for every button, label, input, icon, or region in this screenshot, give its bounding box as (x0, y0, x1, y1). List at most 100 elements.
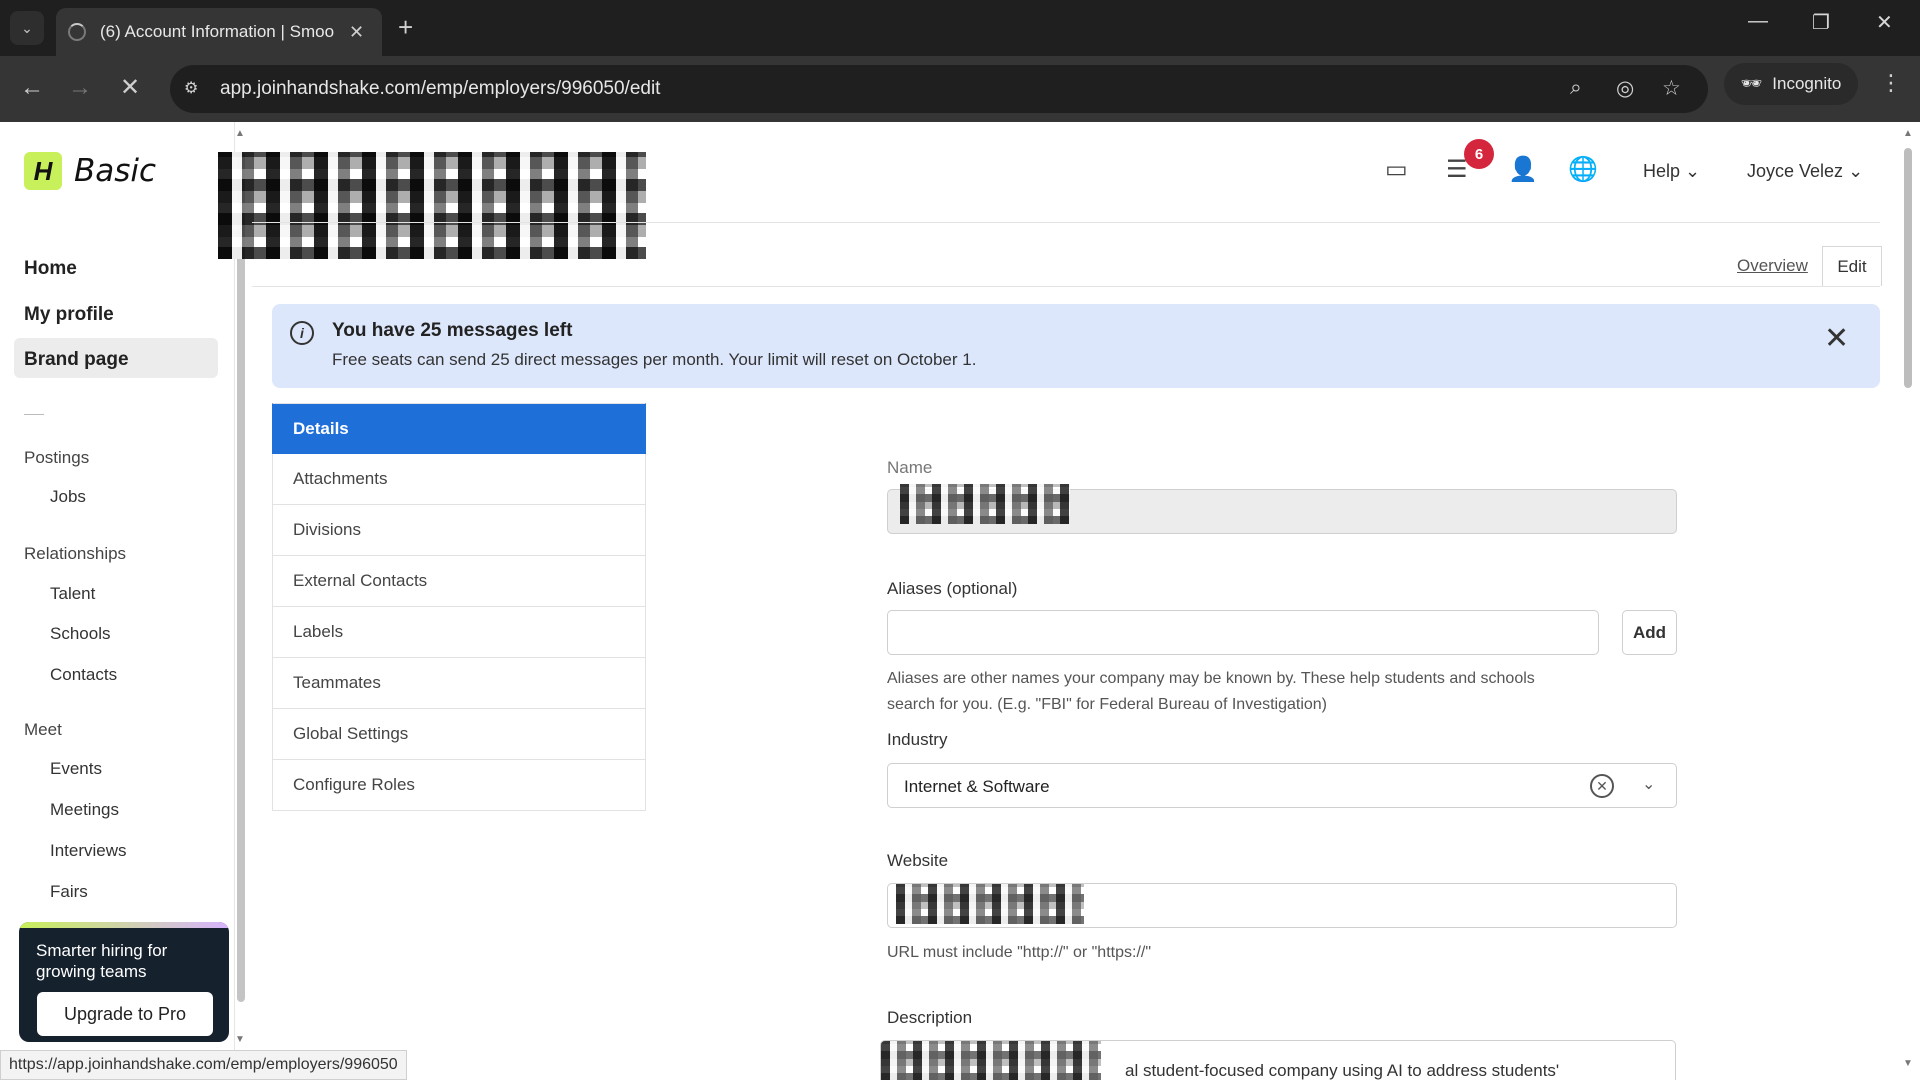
website-help: URL must include "http://" or "https://" (887, 944, 1152, 961)
sidebar-item-meetings[interactable]: Meetings (50, 800, 119, 820)
tab-details[interactable]: Details (272, 403, 646, 454)
close-banner-icon[interactable]: ✕ (1824, 324, 1849, 354)
browser-tabbar: ⌄ (6) Account Information | Smoo ✕ + — ❐… (0, 0, 1920, 56)
incognito-label: Incognito (1772, 74, 1842, 93)
tab-configure-roles[interactable]: Configure Roles (272, 760, 646, 811)
tab-divisions[interactable]: Divisions (272, 505, 646, 556)
sidebar-item-interviews[interactable]: Interviews (50, 841, 127, 861)
tab-title: (6) Account Information | Smoo (100, 22, 335, 41)
info-icon: i (290, 321, 314, 345)
page-scrollbar[interactable]: ▲ ▼ (1900, 128, 1916, 1072)
browser-tab[interactable]: (6) Account Information | Smoo ✕ (56, 8, 382, 56)
overview-link[interactable]: Overview (1737, 256, 1808, 276)
header-divider (252, 222, 1880, 223)
logo-mark: H (24, 152, 62, 190)
name-value-redacted (900, 484, 1070, 524)
company-logo-redacted (218, 152, 646, 259)
sidebar-item-brand-page[interactable]: Brand page (24, 349, 129, 371)
zoom-icon[interactable]: ⌕ (1570, 76, 1582, 100)
subheader-divider (252, 286, 1880, 287)
scroll-down-icon[interactable]: ▼ (235, 1034, 245, 1045)
aliases-label: Aliases (optional) (887, 579, 1018, 598)
help-label: Help (1643, 161, 1681, 181)
scrollbar-thumb[interactable] (1904, 148, 1912, 388)
industry-label: Industry (887, 730, 948, 749)
new-tab-icon[interactable]: + (398, 12, 413, 42)
handshake-logo[interactable]: H Basic (24, 152, 156, 190)
sidebar-item-schools[interactable]: Schools (50, 624, 110, 644)
plan-name: Basic (74, 153, 157, 189)
eye-off-icon[interactable]: ◎ (1616, 76, 1634, 101)
restore-icon[interactable]: ❐ (1812, 10, 1830, 35)
section-relationships: Relationships (24, 544, 127, 563)
website-label: Website (887, 851, 949, 870)
close-tab-icon[interactable]: ✕ (349, 22, 364, 43)
minimize-icon[interactable]: — (1748, 10, 1768, 33)
section-postings: Postings (24, 448, 90, 467)
user-profile-icon[interactable]: 👤 (1508, 155, 1538, 184)
calendar-icon[interactable]: ▭ (1385, 155, 1408, 184)
tab-teammates[interactable]: Teammates (272, 658, 646, 709)
tab-attachments[interactable]: Attachments (272, 454, 646, 505)
tab-external-contacts[interactable]: External Contacts (272, 556, 646, 607)
sidebar-item-home[interactable]: Home (24, 258, 77, 280)
chevron-down-icon[interactable]: ⌄ (1642, 774, 1655, 794)
scroll-up-icon[interactable]: ▲ (1903, 128, 1913, 139)
back-icon[interactable]: ← (20, 74, 44, 102)
description-text: al student-focused company using AI to a… (1125, 1061, 1560, 1080)
banner-text: Free seats can send 25 direct messages p… (332, 350, 977, 369)
edit-tab[interactable]: Edit (1822, 246, 1882, 286)
url-text[interactable]: app.joinhandshake.com/emp/employers/9960… (220, 78, 660, 100)
browser-toolbar: ← → ✕ ⚙ app.joinhandshake.com/emp/employ… (0, 56, 1920, 122)
site-settings-icon[interactable]: ⚙ (184, 78, 206, 100)
sidebar-item-fairs[interactable]: Fairs (50, 882, 88, 902)
sidebar-item-talent[interactable]: Talent (50, 584, 95, 604)
scrollbar-thumb[interactable] (237, 152, 245, 1002)
window-close-icon[interactable]: ✕ (1876, 10, 1893, 35)
stop-loading-icon[interactable]: ✕ (120, 74, 140, 102)
add-alias-button[interactable]: Add (1622, 610, 1677, 655)
sidebar-item-jobs[interactable]: Jobs (50, 487, 86, 507)
aliases-help-line-2: search for you. (E.g. "FBI" for Federal … (887, 696, 1328, 713)
tab-global-settings[interactable]: Global Settings (272, 709, 646, 760)
sidebar-item-my-profile[interactable]: My profile (24, 304, 114, 326)
bookmark-star-icon[interactable]: ☆ (1662, 76, 1681, 101)
aliases-help-line-1: Aliases are other names your company may… (887, 670, 1535, 687)
browser-status-bar: https://app.joinhandshake.com/emp/employ… (0, 1050, 407, 1080)
aliases-input[interactable] (887, 610, 1599, 655)
upgrade-to-pro-button[interactable]: Upgrade to Pro (37, 992, 213, 1036)
divider (24, 414, 44, 415)
help-menu[interactable]: Help ⌄ (1643, 161, 1700, 182)
description-label: Description (887, 1008, 973, 1027)
tab-search-icon[interactable]: ⌄ (10, 11, 44, 45)
sidebar-item-events[interactable]: Events (50, 759, 102, 779)
industry-select[interactable]: Internet & Software ✕ ⌄ (887, 763, 1677, 808)
sidebar-scrollbar[interactable]: ▲ ▼ (235, 128, 247, 1048)
user-name: Joyce Velez (1747, 161, 1844, 181)
incognito-indicator[interactable]: 🕶 Incognito (1724, 63, 1858, 105)
sidebar: H Basic Home My profile Brand page Posti… (0, 122, 235, 1080)
globe-icon[interactable]: 🌐 (1568, 155, 1598, 184)
promo-accent-bar (19, 922, 229, 928)
sidebar-item-contacts[interactable]: Contacts (50, 665, 117, 685)
tab-labels[interactable]: Labels (272, 607, 646, 658)
clear-selection-icon[interactable]: ✕ (1590, 774, 1614, 798)
incognito-icon: 🕶 (1740, 74, 1763, 93)
loading-icon (68, 23, 86, 41)
notification-badge: 6 (1464, 139, 1494, 169)
website-value-redacted (896, 884, 1084, 924)
user-menu[interactable]: Joyce Velez ⌄ (1747, 161, 1863, 182)
promo-text: Smarter hiring for growing teams (36, 941, 168, 981)
upgrade-promo-card: Smarter hiring for growing teams Upgrade… (19, 922, 229, 1042)
scroll-up-icon[interactable]: ▲ (235, 128, 245, 139)
browser-menu-icon[interactable]: ⋮ (1880, 70, 1902, 96)
banner-title: You have 25 messages left (332, 320, 573, 341)
scroll-down-icon[interactable]: ▼ (1903, 1058, 1913, 1069)
forward-icon[interactable]: → (68, 74, 92, 102)
chevron-down-icon: ⌄ (1848, 161, 1864, 181)
description-redacted (881, 1041, 1101, 1080)
address-bar[interactable]: ⚙ app.joinhandshake.com/emp/employers/99… (170, 65, 1708, 113)
section-meet: Meet (24, 720, 62, 739)
description-textarea[interactable]: al student-focused company using AI to a… (880, 1040, 1676, 1080)
messages-banner: i You have 25 messages left Free seats c… (272, 304, 1880, 388)
